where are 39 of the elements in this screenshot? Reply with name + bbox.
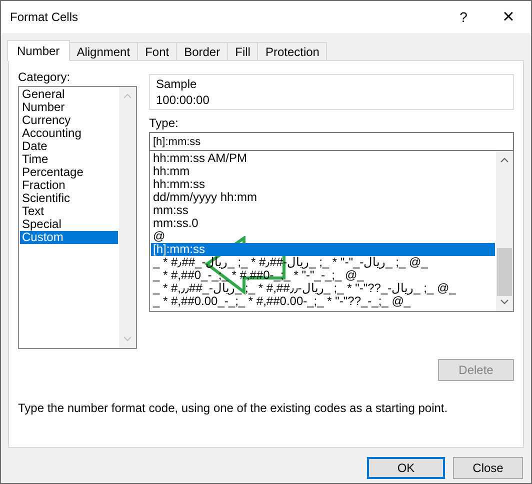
window-title: Format Cells [10, 10, 80, 24]
format-item[interactable]: mm:ss [151, 204, 495, 217]
format-item[interactable]: hh:mm [151, 165, 495, 178]
category-item[interactable]: Special [20, 218, 118, 231]
category-item[interactable]: Text [20, 205, 118, 218]
help-button[interactable]: ? [441, 2, 486, 32]
category-item[interactable]: Fraction [20, 179, 118, 192]
type-field[interactable]: [h]:mm:ss [149, 132, 514, 151]
format-item[interactable]: _ * #,##0.00_-_;_ * #,##0.00-_;_ * "-"??_-_;_ @_ [151, 295, 495, 308]
format-item[interactable]: dd/mm/yyyy hh:mm [151, 191, 495, 204]
category-label: Category: [18, 70, 72, 84]
description-text: Type the number format code, using one of the existing codes as a starting point. [18, 401, 449, 415]
close-button[interactable]: × [486, 2, 531, 32]
tab[interactable]: Alignment [68, 42, 138, 61]
tab[interactable]: Protection [257, 42, 328, 61]
category-item[interactable]: Number [20, 101, 118, 114]
category-item[interactable]: Accounting [20, 127, 118, 140]
ok-button[interactable]: OK [367, 457, 445, 479]
category-item[interactable]: Currency [20, 114, 118, 127]
scroll-thumb[interactable] [497, 248, 512, 296]
scroll-down-icon[interactable] [500, 299, 509, 305]
category-item[interactable]: General [20, 88, 118, 101]
scrollbar[interactable] [496, 151, 513, 311]
category-item[interactable]: Date [20, 140, 118, 153]
format-item[interactable]: mm:ss.0 [151, 217, 495, 230]
tab[interactable]: Number [7, 40, 70, 61]
format-item[interactable]: hh:mm:ss AM/PM [151, 152, 495, 165]
format-item[interactable]: @ [151, 230, 495, 243]
scroll-up-icon[interactable] [500, 157, 509, 163]
category-item[interactable]: Scientific [20, 192, 118, 205]
sample-label: Sample [156, 77, 198, 91]
category-item[interactable]: Time [20, 153, 118, 166]
sample-value: 100:00:00 [156, 93, 210, 107]
type-label: Type: [149, 116, 180, 130]
category-item[interactable]: Custom [20, 231, 118, 244]
close-dialog-button[interactable]: Close [453, 457, 523, 479]
format-item[interactable]: hh:mm:ss [151, 178, 495, 191]
format-item[interactable]: [h]:mm:ss [151, 243, 495, 256]
category-item[interactable]: Percentage [20, 166, 118, 179]
